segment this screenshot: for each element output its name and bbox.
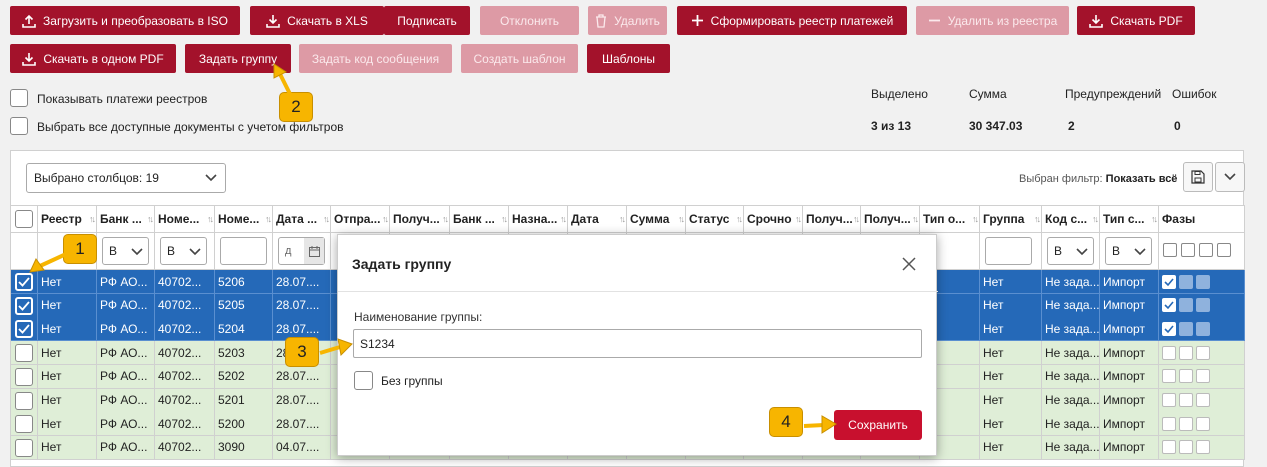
save-button[interactable]: Сохранить [834, 410, 922, 440]
group-name-label: Наименование группы: [354, 310, 483, 324]
no-group-label: Без группы [381, 374, 443, 388]
callout-arrow-4 [803, 415, 837, 434]
close-icon [902, 257, 916, 271]
callout-marker-4: 4 [769, 407, 803, 437]
modal-backdrop: Задать группу Наименование группы: Без г… [0, 0, 1267, 467]
group-name-input[interactable] [353, 329, 922, 358]
save-button-label: Сохранить [848, 418, 908, 432]
set-group-modal: Задать группу Наименование группы: Без г… [337, 234, 938, 456]
callout-arrow-1 [29, 252, 67, 273]
modal-title: Задать группу [352, 256, 452, 272]
callout-arrow-2 [273, 63, 292, 95]
modal-close-button[interactable] [898, 253, 920, 275]
callout-marker-1: 1 [63, 234, 97, 264]
callout-arrow-3 [319, 338, 353, 357]
app-root: Загрузить и преобразовать в ISO Скачать в… [0, 0, 1267, 467]
modal-divider [338, 291, 938, 292]
callout-marker-2: 2 [279, 92, 313, 122]
no-group-checkbox[interactable] [354, 371, 373, 390]
callout-marker-3: 3 [285, 337, 319, 367]
